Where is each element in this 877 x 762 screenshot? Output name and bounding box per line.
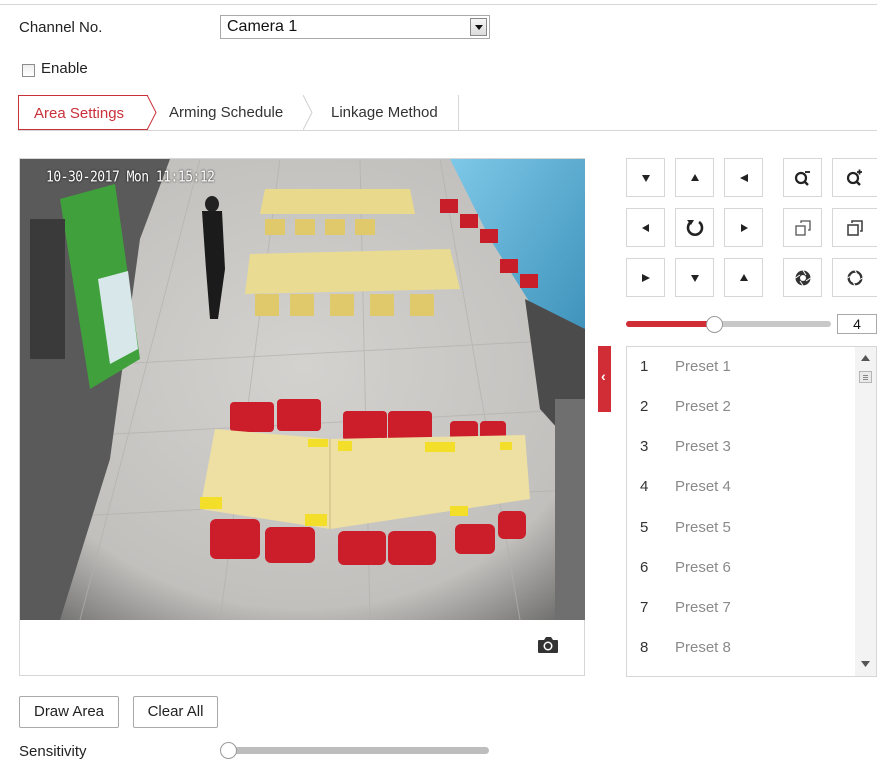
- arrow-down-left-icon: [641, 273, 650, 282]
- channel-select[interactable]: Camera 1: [220, 15, 490, 39]
- preset-number: 2: [640, 398, 649, 415]
- preset-number: 4: [640, 478, 649, 495]
- preset-number: 8: [640, 639, 649, 656]
- scroll-up-icon[interactable]: [861, 355, 870, 361]
- clear-all-button[interactable]: Clear All: [133, 696, 218, 728]
- preset-item[interactable]: 7 Preset 7: [627, 588, 857, 628]
- arrow-up-icon: [690, 173, 699, 181]
- preset-number: 3: [640, 438, 649, 455]
- preset-number: 5: [640, 519, 649, 536]
- top-divider: [0, 4, 877, 5]
- arrow-up-left-icon: [641, 174, 650, 182]
- tab-area-settings[interactable]: Area Settings: [18, 95, 148, 130]
- preset-name: Preset 8: [675, 639, 731, 656]
- arrow-right-icon: [740, 223, 748, 232]
- preset-list: 1 Preset 1 2 Preset 2 3 Preset 3 4 Preset 4 …: [626, 346, 877, 677]
- pan-down-button[interactable]: [675, 258, 714, 297]
- collapse-panel-button[interactable]: [598, 346, 611, 412]
- focus-near-icon: [794, 219, 811, 236]
- preset-item[interactable]: 3 Preset 3: [627, 427, 857, 467]
- pan-down-left-button[interactable]: [626, 258, 665, 297]
- tab-separator: [303, 95, 313, 130]
- preset-item[interactable]: 8 Preset 8: [627, 628, 857, 668]
- video-timestamp-overlay: 10-30-2017 Mon 11:15:12: [46, 168, 215, 187]
- preset-number: 6: [640, 559, 649, 576]
- preset-item[interactable]: 2 Preset 2: [627, 387, 857, 427]
- iris-open-icon: [847, 269, 863, 286]
- tab-arming-schedule[interactable]: Arming Schedule: [169, 95, 283, 130]
- iris-open-button[interactable]: [832, 258, 877, 297]
- camera-scene: [20, 159, 585, 620]
- preset-name: Preset 4: [675, 478, 731, 495]
- preset-name: Preset 6: [675, 559, 731, 576]
- ptz-speed-handle[interactable]: [706, 316, 724, 333]
- draw-area-button[interactable]: Draw Area: [19, 696, 119, 728]
- preset-number: 7: [640, 599, 649, 616]
- arrow-down-right-icon: [739, 273, 748, 281]
- ptz-speed-fill: [626, 321, 715, 327]
- iris-close-button[interactable]: [783, 258, 822, 297]
- camera-icon[interactable]: [537, 636, 559, 654]
- tab-label: Linkage Method: [331, 104, 438, 121]
- tab-bar: Area Settings Arming Schedule Linkage Me…: [18, 95, 875, 131]
- preset-item[interactable]: 1 Preset 1: [627, 347, 857, 387]
- preset-name: Preset 2: [675, 398, 731, 415]
- pan-right-button[interactable]: [724, 208, 763, 247]
- sensitivity-label: Sensitivity: [19, 743, 87, 760]
- ptz-speed-value[interactable]: 4: [837, 314, 877, 334]
- sensitivity-track[interactable]: [225, 747, 489, 754]
- preset-name: Preset 3: [675, 438, 731, 455]
- rotate-icon: [686, 219, 703, 236]
- sensitivity-handle[interactable]: [220, 742, 237, 759]
- zoom-in-icon: [846, 169, 862, 186]
- preset-item[interactable]: 6 Preset 6: [627, 548, 857, 588]
- pan-down-right-button[interactable]: [724, 258, 763, 297]
- focus-far-icon: [847, 219, 863, 236]
- tab-label: Arming Schedule: [169, 104, 284, 121]
- preset-item[interactable]: 4 Preset 4: [627, 467, 857, 507]
- channel-select-value: Camera 1: [227, 18, 298, 35]
- arrow-left-icon: [641, 223, 649, 232]
- ptz-control-grid: [626, 158, 877, 298]
- tab-separator-active: [147, 95, 157, 130]
- zoom-in-button[interactable]: [832, 158, 877, 197]
- focus-near-button[interactable]: [783, 208, 822, 247]
- pan-up-right-button[interactable]: [724, 158, 763, 197]
- scroll-down-icon[interactable]: [861, 661, 870, 667]
- auto-rotate-button[interactable]: [675, 208, 714, 247]
- live-video[interactable]: [20, 159, 585, 620]
- focus-far-button[interactable]: [832, 208, 877, 247]
- pan-up-button[interactable]: [675, 158, 714, 197]
- zoom-out-icon: [794, 170, 810, 186]
- pan-left-button[interactable]: [626, 208, 665, 247]
- tab-end-border: [458, 95, 459, 130]
- preset-name: Preset 1: [675, 358, 731, 375]
- chevron-down-icon[interactable]: [470, 18, 487, 36]
- preset-name: Preset 7: [675, 599, 731, 616]
- channel-label: Channel No.: [19, 19, 103, 36]
- preset-number: 1: [640, 358, 649, 375]
- zoom-out-button[interactable]: [783, 158, 822, 197]
- arrow-down-icon: [690, 274, 699, 282]
- preset-item[interactable]: 5 Preset 5: [627, 508, 857, 548]
- preset-scrollbar[interactable]: [855, 347, 876, 676]
- pan-up-left-button[interactable]: [626, 158, 665, 197]
- tab-linkage-method[interactable]: Linkage Method: [331, 95, 438, 130]
- preset-name: Preset 5: [675, 519, 731, 536]
- arrow-up-right-icon: [739, 173, 748, 182]
- tab-label: Area Settings: [34, 105, 125, 122]
- enable-label: Enable: [41, 60, 88, 77]
- enable-checkbox[interactable]: [22, 64, 35, 77]
- scroll-thumb[interactable]: [859, 371, 872, 383]
- iris-close-icon: [794, 269, 811, 286]
